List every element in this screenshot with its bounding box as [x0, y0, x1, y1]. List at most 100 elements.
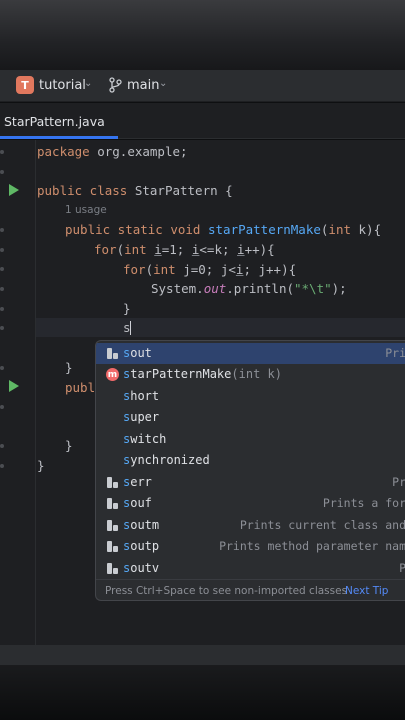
completion-item-sout[interactable]: sout Pri: [96, 343, 405, 364]
completion-label: outm: [130, 518, 160, 532]
code-line-close-class: }: [37, 458, 45, 473]
footer-hint: Press Ctrl+Space to see non-imported cla…: [105, 585, 348, 597]
completion-description: Prints current class and: [239, 518, 405, 532]
variable: i: [237, 242, 245, 257]
completion-description: Pr: [392, 475, 405, 489]
keyword: package: [37, 144, 90, 159]
completion-label: hort: [130, 389, 160, 403]
keyword: public static void: [65, 222, 201, 237]
completion-item-soutm[interactable]: soutm Prints current class and: [96, 515, 405, 536]
gutter-marker: [0, 287, 4, 291]
code-text: =1;: [161, 242, 192, 257]
completion-item-switch[interactable]: switch: [96, 429, 405, 450]
code-line-close-method: }: [65, 360, 73, 375]
completion-label: uper: [130, 410, 160, 424]
run-icon[interactable]: [9, 184, 19, 196]
completion-item-synchronized[interactable]: synchronized: [96, 450, 405, 471]
code-line-method: public static void starPatternMake(int k…: [65, 222, 381, 237]
usage-hint[interactable]: 1 usage: [65, 204, 107, 216]
status-bar: [0, 645, 405, 665]
gutter-marker: [0, 444, 4, 448]
next-tip-link[interactable]: Next Tip: [345, 585, 388, 597]
keyword: int: [124, 242, 147, 257]
code-text: j=0; j<: [175, 262, 236, 277]
run-icon[interactable]: [9, 380, 19, 392]
live-template-icon: [107, 348, 118, 359]
current-line-highlight: [36, 318, 405, 337]
gutter-marker: [0, 170, 4, 174]
completion-item-super[interactable]: super: [96, 407, 405, 428]
completion-item-short[interactable]: short: [96, 386, 405, 407]
gutter-marker: [0, 150, 4, 154]
live-template-icon: [107, 477, 118, 488]
code-text: .println(: [226, 281, 294, 296]
branch-name[interactable]: main: [127, 78, 159, 93]
code-line-close-method2: }: [65, 438, 73, 453]
keyword: for: [123, 262, 146, 277]
completion-description: Prints method parameter nam: [219, 539, 405, 553]
method-name: starPatternMake: [208, 222, 321, 237]
top-blur-area: [0, 0, 405, 70]
gutter-marker: [0, 326, 4, 330]
tab-label[interactable]: StarPattern.java: [4, 114, 105, 129]
git-branch-icon: [109, 77, 122, 93]
code-line-second-method: publ: [65, 380, 96, 395]
completion-label: ouf: [130, 496, 152, 510]
completion-label: outv: [130, 561, 160, 575]
live-template-icon: [107, 498, 118, 509]
completion-description: Pri: [385, 346, 405, 360]
code-text: ; j++){: [243, 262, 297, 277]
live-template-icon: [107, 520, 118, 531]
completion-item-serr[interactable]: serr Pr: [96, 472, 405, 493]
keyword: int: [328, 222, 351, 237]
completion-description: Prints a for: [322, 496, 405, 510]
string-literal: "*\t": [294, 281, 332, 296]
method-icon: m: [106, 368, 119, 381]
completion-item-method[interactable]: m starPatternMake(int k): [96, 364, 405, 385]
project-name[interactable]: tutorial: [39, 78, 86, 93]
gutter-marker: [0, 248, 4, 252]
code-line-close-inner: }: [123, 301, 131, 316]
chevron-down-icon[interactable]: ⌄: [159, 78, 167, 89]
params: k){: [351, 222, 382, 237]
static-field: out: [203, 281, 227, 296]
completion-item-soutv[interactable]: soutv P: [96, 558, 405, 579]
code-text: (: [145, 262, 154, 277]
completion-description: P: [399, 561, 405, 575]
gutter-divider: [35, 140, 36, 645]
completion-footer: Press Ctrl+Space to see non-imported cla…: [96, 579, 405, 600]
completion-item-souf[interactable]: souf Prints a for: [96, 493, 405, 514]
completion-label: ynchronized: [130, 453, 210, 467]
code-text: System.: [151, 281, 204, 296]
active-tab-indicator: [0, 136, 118, 139]
code-line-for-outer: for(int i=1; i<=k; i++){: [94, 242, 275, 257]
code-text: <=k;: [199, 242, 238, 257]
code-text: ++){: [244, 242, 275, 257]
completion-label: out: [130, 346, 152, 360]
text-caret: [130, 321, 131, 335]
keyword: int: [153, 262, 176, 277]
chevron-down-icon[interactable]: ⌄: [84, 78, 92, 89]
code-line-println: System.out.println("*\t");: [151, 281, 347, 296]
completion-label: witch: [130, 432, 167, 446]
live-template-icon: [107, 541, 118, 552]
gutter-marker: [0, 405, 4, 409]
gutter-marker: [0, 366, 4, 370]
gutter-marker: [0, 267, 4, 271]
code-line-package: package org.example;: [37, 144, 188, 159]
project-badge[interactable]: T: [16, 76, 34, 94]
package-name: org.example;: [89, 144, 188, 159]
class-name: StarPattern {: [127, 183, 233, 198]
method-signature: (int k): [231, 367, 282, 381]
keyword: public class: [37, 183, 128, 198]
bottom-blur-area: [0, 665, 405, 720]
code-text: );: [331, 281, 347, 296]
completion-popup[interactable]: sout Pri m starPatternMake(int k) short …: [95, 340, 405, 601]
gutter-marker: [0, 228, 4, 232]
variable: i: [154, 242, 162, 257]
completion-item-soutp[interactable]: soutp Prints method parameter nam: [96, 536, 405, 557]
completion-label: tarPatternMake: [130, 367, 232, 381]
gutter-marker: [0, 307, 4, 311]
keyword: for: [94, 242, 117, 257]
completion-label: outp: [130, 539, 160, 553]
